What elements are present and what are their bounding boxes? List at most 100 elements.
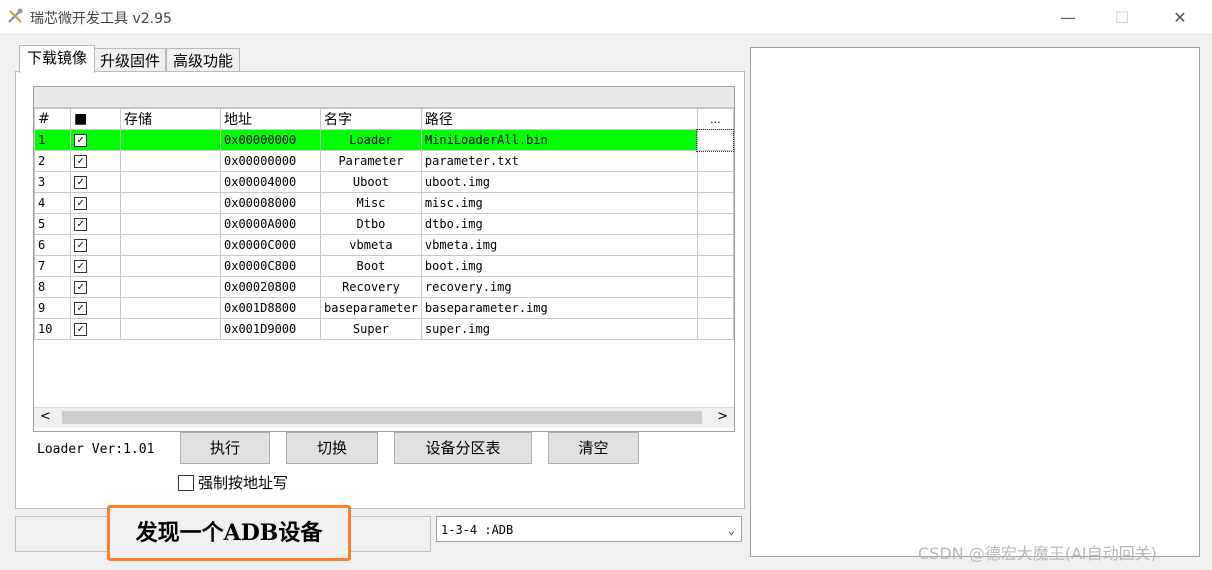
row-checkbox[interactable]: ✓: [70, 129, 121, 151]
device-select[interactable]: 1-3-4 :ADB ⌄: [436, 516, 742, 542]
maximize-button[interactable]: ☐: [1094, 0, 1150, 34]
checkbox-icon[interactable]: ✓: [74, 281, 87, 294]
col-header-address: 地址: [220, 108, 321, 130]
row-checkbox[interactable]: ✓: [70, 234, 121, 256]
row-address: 0x0000A000: [220, 213, 321, 235]
horizontal-scrollbar[interactable]: < >: [34, 407, 734, 428]
row-storage: [120, 150, 221, 172]
table-row[interactable]: 8 ✓ 0x00020800 Recovery recovery.img: [34, 276, 734, 298]
scrollbar-thumb[interactable]: [62, 411, 702, 424]
row-checkbox[interactable]: ✓: [70, 213, 121, 235]
row-address: 0x00000000: [220, 150, 321, 172]
checkbox-icon[interactable]: ✓: [74, 176, 87, 189]
row-index: 2: [34, 150, 71, 172]
row-checkbox[interactable]: ✓: [70, 150, 121, 172]
switch-button[interactable]: 切换: [286, 432, 378, 464]
row-address: 0x0000C000: [220, 234, 321, 256]
row-name: vbmeta: [320, 234, 422, 256]
device-select-value: 1-3-4 :ADB: [441, 523, 514, 537]
row-storage: [120, 276, 221, 298]
tab-upgrade-firmware[interactable]: 升级固件: [94, 48, 166, 73]
col-header-more[interactable]: ...: [696, 108, 734, 130]
row-browse[interactable]: [696, 150, 734, 172]
checkbox-icon[interactable]: ✓: [74, 197, 87, 210]
row-browse[interactable]: [696, 234, 734, 256]
row-checkbox[interactable]: ✓: [70, 276, 121, 298]
table-row[interactable]: 6 ✓ 0x0000C000 vbmeta vbmeta.img: [34, 234, 734, 256]
row-browse[interactable]: [696, 297, 734, 319]
row-name: Loader: [320, 129, 422, 151]
force-address-write[interactable]: 强制按地址写: [178, 472, 288, 493]
row-checkbox[interactable]: ✓: [70, 171, 121, 193]
checkbox-icon[interactable]: ✓: [74, 134, 87, 147]
row-name: Misc: [320, 192, 422, 214]
tools-icon: [8, 8, 23, 23]
row-index: 7: [34, 255, 71, 277]
row-browse[interactable]: [696, 318, 734, 340]
row-browse[interactable]: [696, 255, 734, 277]
col-header-storage: 存储: [120, 108, 221, 130]
col-header-path: 路径: [420, 108, 698, 130]
table-row[interactable]: 3 ✓ 0x00004000 Uboot uboot.img: [34, 171, 734, 193]
chevron-down-icon[interactable]: ⌄: [728, 517, 735, 543]
row-name: baseparameter: [320, 297, 422, 319]
checkbox-icon[interactable]: ✓: [74, 260, 87, 273]
checkbox-icon[interactable]: ✓: [74, 239, 87, 252]
row-address: 0x0000C800: [220, 255, 321, 277]
row-path: uboot.img: [420, 171, 698, 193]
row-browse[interactable]: [696, 128, 734, 152]
scroll-right-icon[interactable]: >: [717, 409, 728, 424]
row-checkbox[interactable]: ✓: [70, 255, 121, 277]
row-address: 0x00020800: [220, 276, 321, 298]
minimize-button[interactable]: —: [1040, 0, 1096, 34]
scroll-left-icon[interactable]: <: [40, 409, 51, 424]
checkbox-icon[interactable]: ✓: [74, 218, 87, 231]
log-panel: [750, 47, 1200, 557]
clear-button[interactable]: 清空: [548, 432, 639, 464]
row-browse[interactable]: [696, 213, 734, 235]
row-address: 0x00004000: [220, 171, 321, 193]
row-checkbox[interactable]: ✓: [70, 297, 121, 319]
table-row[interactable]: 1 ✓ 0x00000000 Loader MiniLoaderAll.bin: [34, 128, 734, 152]
row-path: misc.img: [420, 192, 698, 214]
row-name: Dtbo: [320, 213, 422, 235]
row-browse[interactable]: [696, 276, 734, 298]
table-row[interactable]: 4 ✓ 0x00008000 Misc misc.img: [34, 192, 734, 214]
row-checkbox[interactable]: ✓: [70, 192, 121, 214]
row-storage: [120, 255, 221, 277]
device-partition-table-button[interactable]: 设备分区表: [394, 432, 532, 464]
close-button[interactable]: ✕: [1152, 0, 1208, 34]
force-address-checkbox[interactable]: [178, 474, 194, 491]
row-storage: [120, 129, 221, 151]
table-row[interactable]: 9 ✓ 0x001D8800 baseparameter baseparameter.i…: [34, 297, 734, 319]
row-index: 5: [34, 213, 71, 235]
table-toolbar: [34, 87, 734, 108]
row-name: Super: [320, 318, 422, 340]
row-index: 10: [34, 318, 71, 340]
col-header-check[interactable]: ■: [70, 108, 121, 130]
table-row[interactable]: 5 ✓ 0x0000A000 Dtbo dtbo.img: [34, 213, 734, 235]
force-address-label: 强制按地址写: [198, 474, 289, 492]
row-browse[interactable]: [696, 171, 734, 193]
tab-advanced[interactable]: 高级功能: [166, 48, 240, 73]
row-checkbox[interactable]: ✓: [70, 318, 121, 340]
checkbox-icon[interactable]: ✓: [74, 323, 87, 336]
table-row[interactable]: 2 ✓ 0x00000000 Parameter parameter.txt: [34, 150, 734, 172]
table-row[interactable]: 7 ✓ 0x0000C800 Boot boot.img: [34, 255, 734, 277]
checkbox-icon[interactable]: ✓: [74, 155, 87, 168]
row-name: Recovery: [320, 276, 422, 298]
col-header-name: 名字: [320, 108, 422, 130]
checkbox-icon[interactable]: ✓: [74, 302, 87, 315]
row-browse[interactable]: [696, 192, 734, 214]
row-index: 8: [34, 276, 71, 298]
table-row[interactable]: 10 ✓ 0x001D9000 Super super.img: [34, 318, 734, 340]
row-address: 0x00008000: [220, 192, 321, 214]
row-storage: [120, 234, 221, 256]
partition-table: # ■ 存储 地址 名字 路径 ... 1 ✓ 0x00000000 Loader Mi…: [33, 86, 735, 432]
window-title: 瑞芯微开发工具 v2.95: [30, 11, 172, 27]
run-button[interactable]: 执行: [180, 432, 270, 464]
row-path: super.img: [420, 318, 698, 340]
tab-download-image[interactable]: 下载镜像: [19, 45, 95, 73]
row-path: recovery.img: [420, 276, 698, 298]
row-path: vbmeta.img: [420, 234, 698, 256]
